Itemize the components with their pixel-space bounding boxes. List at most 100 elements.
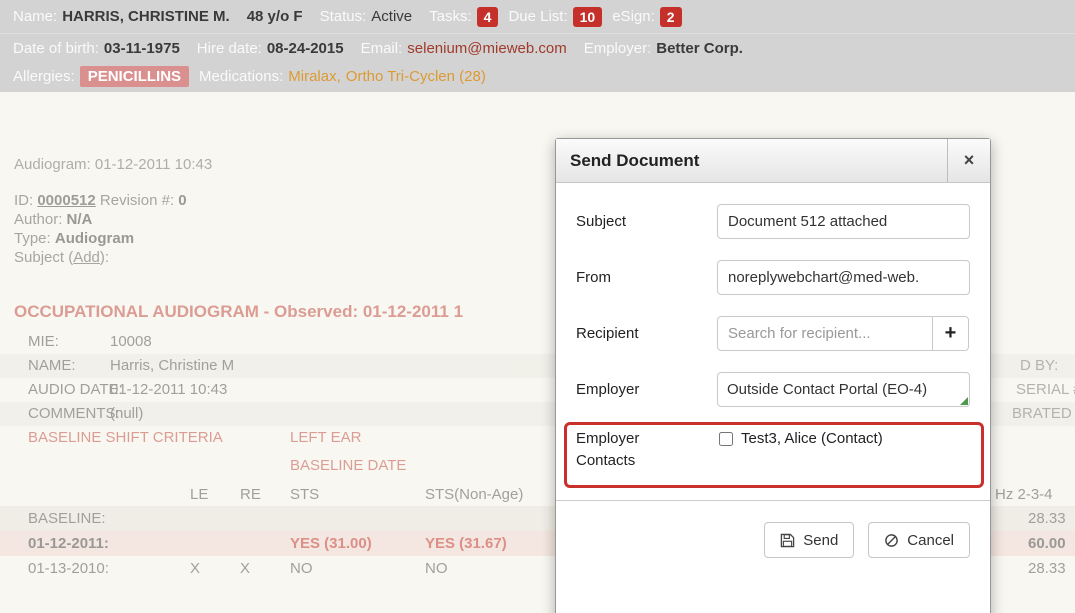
patient-header-row2: Date of birth: 03-11-1975 Hire date: 08-… — [0, 34, 1075, 62]
row-hz: 28.33 — [1028, 556, 1066, 581]
comments-value: (null) — [110, 402, 143, 426]
baseline-date-heading: BASELINE DATE — [290, 457, 406, 474]
cancel-button-label: Cancel — [907, 532, 954, 549]
send-document-dialog: Send Document × Subject From Recipient + — [555, 138, 991, 613]
dialog-separator — [556, 500, 990, 501]
email-link[interactable]: selenium@mieweb.com — [407, 40, 566, 57]
baseline-shift-heading: BASELINE SHIFT CRITERIA — [28, 429, 223, 446]
row-sts: YES (31.00) — [290, 531, 372, 556]
recipient-input-group: + — [717, 316, 970, 351]
subject-input[interactable] — [717, 204, 970, 239]
document-meta: ID: 0000512 Revision #: 0 Author: N/A Ty… — [14, 191, 187, 267]
dob-label: Date of birth: — [13, 40, 99, 57]
allergies-label: Allergies: — [13, 68, 75, 85]
patient-age-sex: 48 y/o F — [247, 8, 303, 25]
employer-contacts-label: Employer Contacts — [576, 428, 717, 472]
contact-option-label: Test3, Alice (Contact) — [741, 430, 883, 447]
left-ear-heading: LEFT EAR — [290, 429, 361, 446]
dialog-title: Send Document — [556, 139, 947, 182]
audio-date-value: 01-12-2011 10:43 — [110, 378, 227, 402]
medications-label: Medications: — [199, 68, 283, 85]
cancel-icon — [884, 533, 899, 548]
revision-label: Revision #: — [100, 192, 174, 209]
id-label: ID: — [14, 192, 33, 209]
document-id-line: ID: 0000512 Revision #: 0 — [14, 191, 187, 210]
col-hz: Hz 2-3-4 — [995, 482, 1053, 507]
status-label: Status: — [320, 8, 367, 25]
email-label: Email: — [361, 40, 403, 57]
right-fragment-serial: SERIAL #: — [1016, 378, 1075, 402]
due-list-label: Due List: — [508, 8, 567, 25]
select-corner-icon — [960, 397, 968, 405]
allergy-penicillins-chip[interactable]: PENICILLINS — [80, 66, 189, 87]
recipient-search-input[interactable] — [717, 316, 933, 351]
hire-date-label: Hire date: — [197, 40, 262, 57]
save-icon — [780, 533, 795, 548]
plus-icon: + — [945, 322, 957, 345]
employer-label: Employer: — [584, 40, 652, 57]
dob-value: 03-11-1975 — [104, 40, 180, 57]
name-row-value: Harris, Christine M — [110, 354, 234, 378]
row-le: X — [190, 556, 200, 581]
dialog-buttons: Send Cancel — [576, 522, 970, 558]
medication-link-miralax[interactable]: Miralax, — [288, 68, 341, 85]
close-button[interactable]: × — [947, 139, 990, 182]
row-date: 01-12-2011: — [28, 531, 109, 556]
esign-label: eSign: — [612, 8, 655, 25]
contact-option[interactable]: Test3, Alice (Contact) — [717, 428, 970, 447]
tasks-count-badge[interactable]: 4 — [477, 7, 499, 27]
document-type-line: Type: Audiogram — [14, 229, 187, 248]
row-re: X — [240, 556, 250, 581]
employer-contacts-row: Employer Contacts Test3, Alice (Contact) — [576, 428, 970, 472]
row-date: BASELINE: — [28, 506, 106, 531]
name-label: Name: — [13, 8, 57, 25]
author-label: Author: — [14, 211, 62, 228]
dialog-header: Send Document × — [556, 139, 990, 183]
mie-value: 10008 — [110, 330, 152, 354]
send-button-label: Send — [803, 532, 838, 549]
recipient-field-label: Recipient — [576, 323, 717, 345]
employer-field-row: Employer Outside Contact Portal (EO-4) — [576, 372, 970, 407]
dialog-body: Subject From Recipient + Employer — [556, 183, 990, 558]
row-sts-non-age: YES (31.67) — [425, 531, 507, 556]
employer-field-label: Employer — [576, 379, 717, 401]
col-sts-non-age: STS(Non-Age) — [425, 482, 523, 507]
row-hz: 60.00 — [1028, 531, 1066, 556]
add-recipient-button[interactable]: + — [933, 316, 969, 351]
medication-link-ortho[interactable]: Ortho Tri-Cyclen (28) — [346, 68, 486, 85]
patient-header-row3: Allergies: PENICILLINS Medications: Mira… — [0, 62, 1075, 92]
revision-value: 0 — [178, 192, 186, 209]
audio-date-label: AUDIO DATE: — [28, 378, 123, 402]
col-sts: STS — [290, 482, 319, 507]
tasks-label: Tasks: — [429, 8, 472, 25]
from-input[interactable] — [717, 260, 970, 295]
status-value: Active — [371, 8, 412, 25]
mie-label: MIE: — [28, 330, 59, 354]
subject-add-link: Add — [73, 249, 100, 266]
right-fragment-observed-by: D BY: — [1020, 354, 1058, 378]
row-sts-non-age: NO — [425, 556, 448, 581]
contact-checkbox[interactable] — [719, 432, 733, 446]
cancel-button[interactable]: Cancel — [868, 522, 970, 558]
subject-field-label: Subject — [576, 211, 717, 233]
document-subject-line: Subject (Add): — [14, 248, 187, 267]
subject-field-row: Subject — [576, 204, 970, 239]
esign-count-badge[interactable]: 2 — [660, 7, 682, 27]
employer-select[interactable]: Outside Contact Portal (EO-4) — [717, 372, 970, 407]
employer-selected-option: Outside Contact Portal (EO-4) — [727, 381, 927, 398]
occupational-audiogram-heading: OCCUPATIONAL AUDIOGRAM - Observed: 01-12… — [14, 302, 463, 322]
patient-name: HARRIS, CHRISTINE M. — [62, 8, 230, 25]
right-fragment-calibrated: BRATED ON — [1012, 402, 1075, 426]
hire-date-value: 08-24-2015 — [267, 40, 344, 57]
from-field-row: From — [576, 260, 970, 295]
document-id-link: 0000512 — [37, 192, 95, 209]
row-date: 01-13-2010: — [28, 556, 109, 581]
send-button[interactable]: Send — [764, 522, 854, 558]
recipient-field-row: Recipient + — [576, 316, 970, 351]
employer-contacts-label-line1: Employer — [576, 428, 717, 450]
subject-prefix: Subject ( — [14, 249, 73, 266]
due-list-count-badge[interactable]: 10 — [573, 7, 603, 27]
from-field-label: From — [576, 267, 717, 289]
employer-value: Better Corp. — [656, 40, 743, 57]
author-value: N/A — [67, 211, 93, 228]
